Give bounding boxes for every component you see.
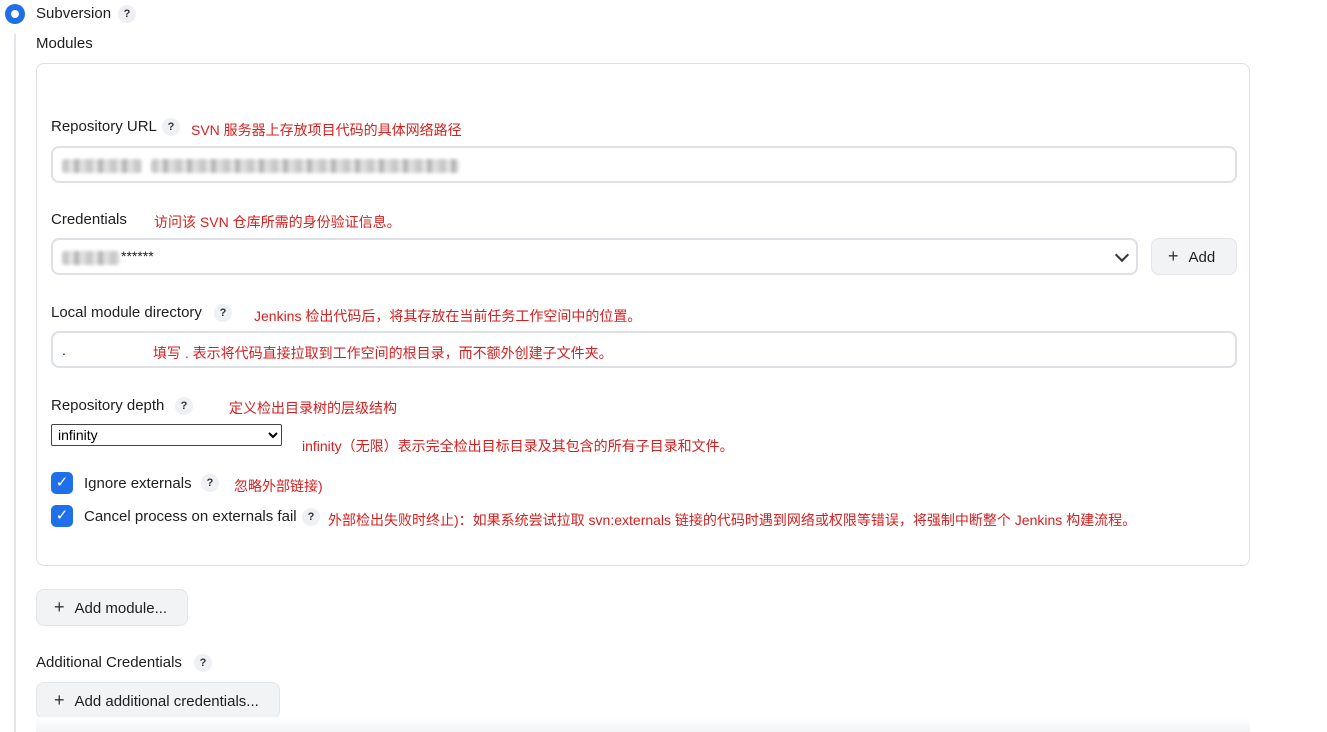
cancel-on-externals-fail-checkbox[interactable]: ✓ — [51, 505, 73, 527]
redacted-url-part — [151, 159, 459, 173]
check-icon: ✓ — [55, 474, 69, 491]
plus-icon: + — [54, 690, 65, 710]
repository-url-input[interactable] — [51, 146, 1237, 183]
local-module-directory-value-annotation: 填写 . 表示将代码直接拉取到工作空间的根目录，而不额外创建子文件夹。 — [153, 345, 613, 361]
modules-label: Modules — [36, 35, 93, 52]
credentials-add-label: Add — [1188, 249, 1216, 266]
additional-credentials-help-icon[interactable]: ? — [194, 654, 212, 672]
repository-url-help-icon[interactable]: ? — [162, 118, 180, 136]
repository-depth-label: Repository depth — [51, 397, 165, 414]
credentials-masked-value: ****** — [121, 248, 154, 264]
local-module-directory-label: Local module directory — [51, 304, 202, 321]
credentials-add-button[interactable]: + Add — [1151, 238, 1237, 275]
repository-url-annotation: SVN 服务器上存放项目代码的具体网络路径 — [191, 122, 462, 138]
credentials-select[interactable]: ****** — [51, 238, 1138, 275]
add-module-label: Add module... — [74, 600, 168, 617]
repository-url-label: Repository URL — [51, 118, 157, 135]
local-module-directory-annotation: Jenkins 检出代码后，将其存放在当前任务工作空间中的位置。 — [254, 308, 642, 324]
cancel-on-externals-fail-label: Cancel process on externals fail — [84, 508, 297, 525]
local-module-directory-help-icon[interactable]: ? — [214, 304, 232, 322]
ignore-externals-label: Ignore externals — [84, 475, 192, 492]
local-module-directory-value: . — [62, 342, 66, 358]
subversion-label: Subversion — [36, 5, 112, 22]
ignore-externals-help-icon[interactable]: ? — [201, 474, 219, 492]
redacted-url-part — [62, 159, 142, 173]
credentials-label: Credentials — [51, 211, 127, 228]
repository-depth-annotation: 定义检出目录树的层级结构 — [229, 400, 397, 416]
repository-depth-value-annotation: infinity（无限）表示完全检出目标目录及其包含的所有子目录和文件。 — [302, 438, 734, 454]
cancel-on-externals-fail-annotation: 外部检出失败时终止)：如果系统尝试拉取 svn:externals 链接的代码时… — [328, 512, 1137, 528]
ignore-externals-checkbox[interactable]: ✓ — [51, 472, 73, 494]
chevron-down-icon — [1114, 247, 1130, 263]
plus-icon: + — [54, 597, 65, 617]
repository-depth-select[interactable]: infinity — [51, 424, 282, 446]
local-module-directory-input[interactable]: . 填写 . 表示将代码直接拉取到工作空间的根目录，而不额外创建子文件夹。 — [51, 331, 1237, 368]
subversion-help-icon[interactable]: ? — [118, 5, 136, 23]
add-module-button[interactable]: + Add module... — [36, 589, 188, 626]
bottom-fade — [36, 717, 1250, 732]
check-icon: ✓ — [55, 507, 69, 524]
add-additional-credentials-button[interactable]: + Add additional credentials... — [36, 682, 280, 719]
repository-depth-help-icon[interactable]: ? — [175, 397, 193, 415]
redacted-username — [62, 251, 120, 265]
subversion-radio[interactable] — [5, 4, 25, 24]
cancel-on-externals-fail-help-icon[interactable]: ? — [302, 508, 320, 526]
credentials-annotation: 访问该 SVN 仓库所需的身份验证信息。 — [154, 214, 401, 230]
plus-icon: + — [1168, 246, 1179, 266]
section-divider-line — [14, 34, 16, 732]
ignore-externals-annotation: 忽略外部链接) — [234, 478, 323, 494]
add-additional-credentials-label: Add additional credentials... — [74, 693, 259, 710]
additional-credentials-label: Additional Credentials — [36, 654, 182, 671]
